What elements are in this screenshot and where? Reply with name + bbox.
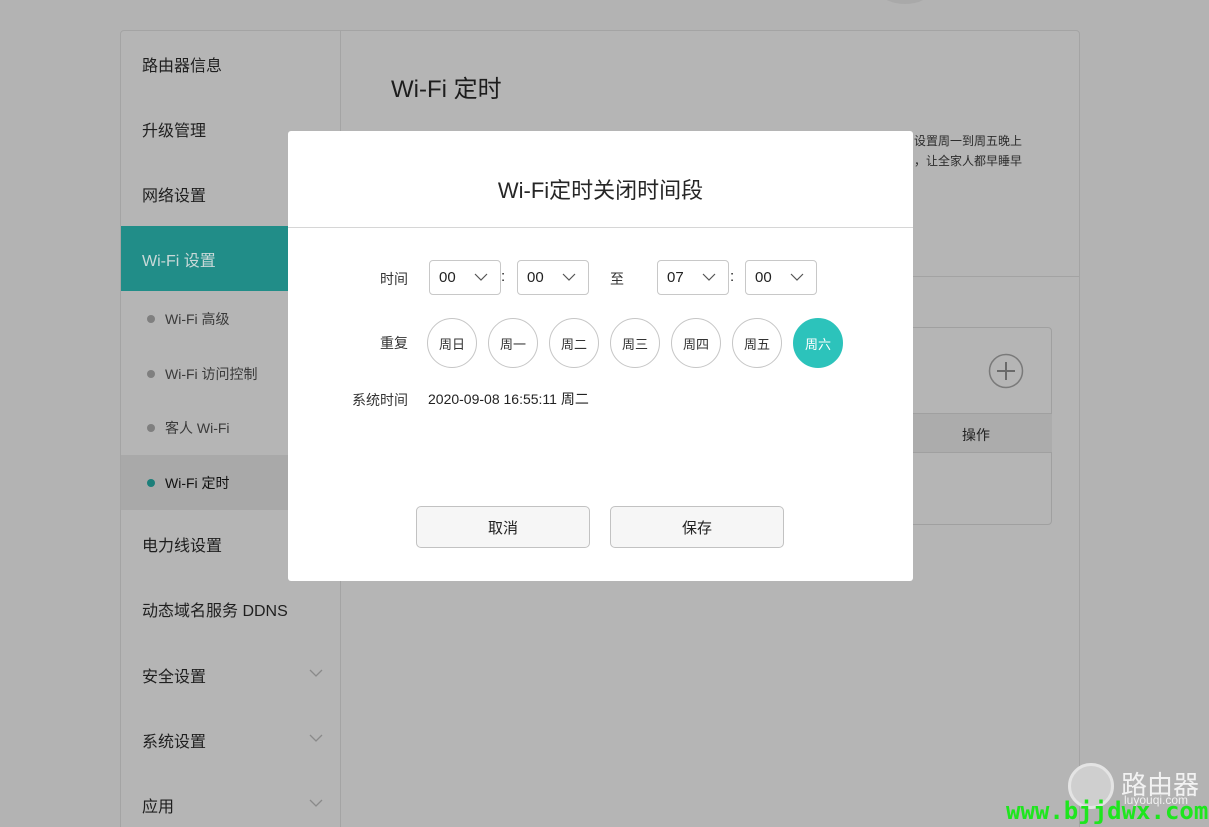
to-label: 至	[610, 271, 624, 287]
select-value: 07	[667, 269, 684, 286]
bullet-icon	[147, 315, 155, 323]
sidebar-item-router-info[interactable]: 路由器信息	[121, 31, 341, 96]
time-separator: :	[501, 268, 506, 285]
dialog-title: Wi-Fi定时关闭时间段	[497, 178, 704, 203]
select-value: 00	[527, 269, 544, 286]
bullet-icon	[147, 424, 155, 432]
chevron-down-icon	[309, 669, 323, 677]
description-line: ，让全家人都早睡早	[914, 154, 1023, 168]
sidebar-item-label: 电力线设置	[142, 537, 223, 555]
sidebar-item-label: 动态域名服务 DDNS	[142, 602, 288, 620]
chevron-down-icon	[309, 734, 323, 742]
sidebar-item-label: 路由器信息	[142, 57, 223, 75]
day-toggle-tuesday[interactable]: 周二	[549, 318, 599, 368]
sidebar-item-system[interactable]: 系统设置	[121, 707, 341, 772]
sidebar-subitem-label: Wi-Fi 高级	[165, 310, 230, 327]
day-toggle-thursday[interactable]: 周四	[671, 318, 721, 368]
select-value: 00	[755, 269, 772, 286]
sidebar-item-ddns[interactable]: 动态域名服务 DDNS	[121, 576, 341, 641]
day-toggle-wednesday[interactable]: 周三	[610, 318, 660, 368]
sidebar-item-label: 网络设置	[142, 187, 207, 205]
system-time-value: 2020-09-08 16:55:11 周二	[428, 391, 589, 407]
system-time-label: 系统时间	[352, 392, 408, 408]
bullet-icon	[147, 370, 155, 378]
avatar	[880, 0, 930, 4]
day-toggle-friday[interactable]: 周五	[732, 318, 782, 368]
chevron-down-icon	[790, 273, 804, 281]
schedule-dialog: Wi-Fi定时关闭时间段 时间 00 : 00 至 07 : 00 重复 周日 …	[288, 131, 913, 581]
column-header-action: 操作	[962, 427, 990, 443]
sidebar-item-apps[interactable]: 应用	[121, 772, 341, 827]
sidebar-item-label: Wi-Fi 设置	[142, 252, 216, 270]
sidebar-item-label: 安全设置	[142, 668, 207, 686]
page-title: Wi-Fi 定时	[391, 76, 502, 103]
start-minute-select[interactable]: 00	[517, 260, 589, 295]
sidebar-subitem-label: Wi-Fi 访问控制	[165, 365, 258, 382]
add-schedule-button[interactable]	[988, 353, 1024, 389]
watermark-url: www.bjjdwx.com	[1006, 797, 1209, 825]
day-toggle-monday[interactable]: 周一	[488, 318, 538, 368]
day-toggle-saturday[interactable]: 周六	[793, 318, 843, 368]
sidebar-item-label: 系统设置	[142, 733, 207, 751]
day-toggle-sunday[interactable]: 周日	[427, 318, 477, 368]
repeat-label: 重复	[380, 335, 408, 351]
description-text: 设置周一到周五晚上 ，让全家人都早睡早	[914, 131, 1074, 171]
chevron-down-icon	[474, 273, 488, 281]
select-value: 00	[439, 269, 456, 286]
description-line: 设置周一到周五晚上	[914, 134, 1023, 148]
sidebar-item-label: 升级管理	[142, 122, 207, 140]
end-minute-select[interactable]: 00	[745, 260, 817, 295]
bullet-icon	[147, 479, 155, 487]
save-button[interactable]: 保存	[610, 506, 784, 548]
chevron-down-icon	[702, 273, 716, 281]
time-separator: :	[730, 268, 735, 285]
end-hour-select[interactable]: 07	[657, 260, 729, 295]
sidebar-subitem-label: Wi-Fi 定时	[165, 474, 230, 491]
chevron-down-icon	[562, 273, 576, 281]
chevron-down-icon	[309, 799, 323, 807]
start-hour-select[interactable]: 00	[429, 260, 501, 295]
sidebar-subitem-label: 客人 Wi-Fi	[165, 419, 230, 436]
sidebar-item-label: 应用	[142, 798, 175, 816]
time-label: 时间	[380, 271, 408, 287]
sidebar-item-security[interactable]: 安全设置	[121, 642, 341, 707]
cancel-button[interactable]: 取消	[416, 506, 590, 548]
dialog-divider	[288, 227, 913, 228]
